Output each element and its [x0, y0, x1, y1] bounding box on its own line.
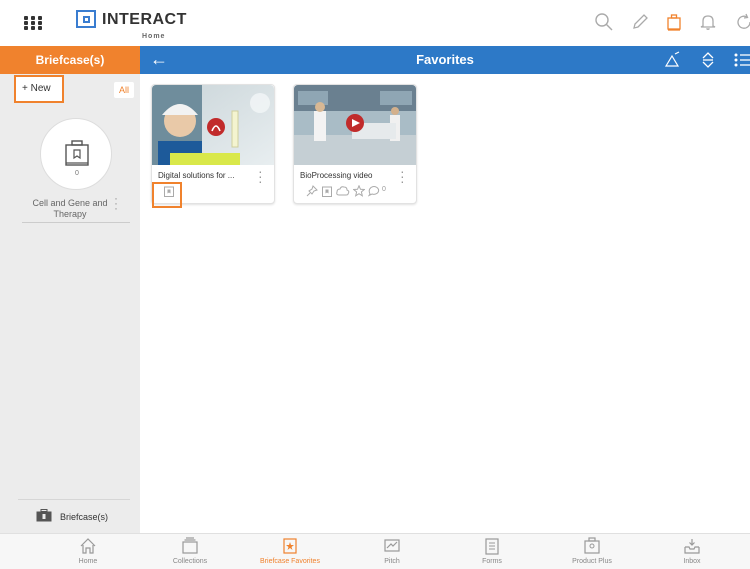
star-icon[interactable]	[353, 185, 365, 197]
cloud-icon[interactable]	[336, 185, 350, 197]
top-bar: INTERACT Home	[0, 0, 750, 47]
briefcase-icon	[65, 140, 89, 166]
nav-label: Pitch	[384, 558, 400, 565]
content-card[interactable]: BioProcessing video · · · 0	[293, 84, 417, 204]
highlight-annotation	[152, 182, 182, 208]
nav-forms[interactable]: Forms	[452, 534, 532, 569]
bell-icon[interactable]	[698, 12, 720, 34]
nav-home[interactable]: Home	[48, 534, 128, 569]
card-thumbnail[interactable]	[152, 85, 274, 165]
logo-subtitle: Home	[142, 33, 166, 40]
sort-icon[interactable]	[698, 50, 718, 70]
forms-icon	[485, 538, 499, 555]
home-icon	[80, 538, 96, 554]
comment-count: 0	[382, 186, 386, 193]
pencil-icon[interactable]	[630, 12, 652, 34]
nav-briefcase-favorites[interactable]: Briefcase Favorites	[250, 534, 330, 569]
briefcase-more-icon[interactable]: · · ·	[114, 192, 120, 214]
nav-label: Home	[78, 558, 98, 565]
nav-label: Inbox	[683, 558, 701, 565]
nav-pitch[interactable]: Pitch	[352, 534, 432, 569]
new-briefcase-button[interactable]: + New	[14, 75, 64, 103]
nav-label: Forms	[482, 558, 502, 565]
briefcase-label[interactable]: Cell and Gene and Therapy	[20, 198, 120, 220]
comment-icon[interactable]	[368, 185, 380, 197]
refresh-icon[interactable]	[734, 12, 750, 34]
briefcase-sidebar: Briefcase(s) + New All 0 Cell and Gene a…	[0, 46, 140, 533]
lab-photo-image	[152, 85, 274, 165]
nav-label: Briefcase Favorites	[260, 558, 320, 565]
product-plus-icon	[584, 537, 600, 554]
pin-icon[interactable]	[306, 185, 318, 197]
briefcase-item-count: 0	[75, 170, 79, 177]
add-to-briefcase-icon[interactable]	[322, 185, 332, 197]
card-more-icon[interactable]: · · ·	[400, 164, 406, 188]
page-title: Favorites	[416, 52, 474, 67]
nav-product-plus[interactable]: Product Plus	[552, 534, 632, 569]
nav-label: Product Plus	[572, 558, 612, 565]
pitch-icon	[384, 539, 400, 552]
briefcase-favorites-icon	[283, 538, 297, 554]
briefcase-footer-label[interactable]: Briefcase(s)	[60, 512, 108, 522]
all-filter-button[interactable]: All	[114, 82, 134, 98]
clear-icon[interactable]	[662, 50, 682, 70]
nav-collections[interactable]: Collections	[150, 534, 230, 569]
logo-mark-icon	[76, 10, 96, 28]
bottom-nav: Home Collections Briefcase Favorites Pit…	[0, 533, 750, 569]
list-view-icon[interactable]	[732, 50, 750, 70]
briefcase-tile[interactable]: 0	[40, 118, 112, 190]
card-more-icon[interactable]: · · ·	[258, 164, 264, 188]
card-title: BioProcessing video	[300, 171, 373, 180]
search-icon[interactable]	[594, 12, 616, 34]
divider	[18, 499, 130, 500]
briefcase-icon[interactable]	[664, 12, 686, 34]
card-title: Digital solutions for ...	[158, 171, 235, 180]
card-thumbnail[interactable]	[294, 85, 416, 165]
briefcase-footer-icon	[36, 509, 52, 522]
lab-photo-image	[294, 85, 416, 165]
app-grid-icon[interactable]	[24, 16, 42, 30]
nav-inbox[interactable]: Inbox	[652, 534, 732, 569]
inbox-icon	[684, 539, 700, 554]
favorites-bar: ← Favorites	[140, 46, 750, 74]
divider	[22, 222, 130, 223]
logo-text: INTERACT	[102, 11, 187, 28]
sidebar-title: Briefcase(s)	[0, 46, 140, 74]
nav-label: Collections	[172, 558, 208, 565]
collections-icon	[182, 537, 198, 554]
